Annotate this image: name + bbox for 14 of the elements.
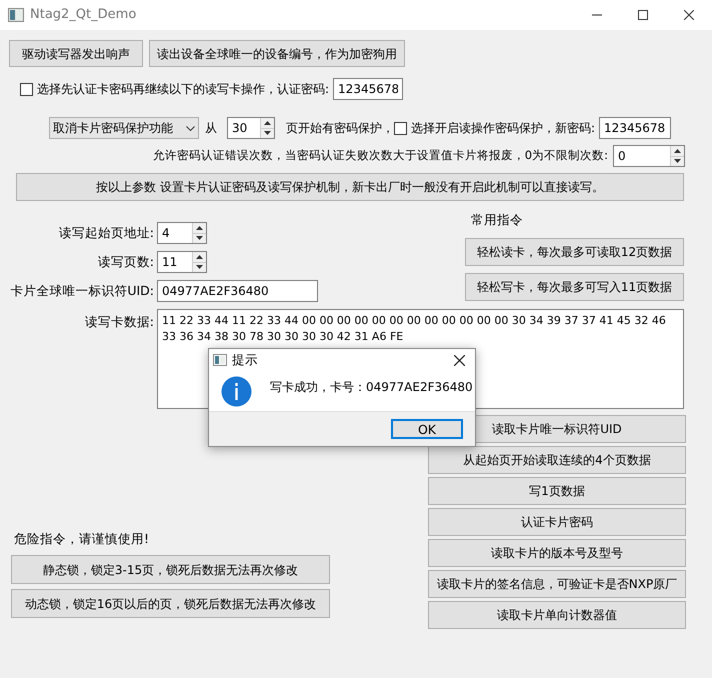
label: 页开始有密码保护，	[286, 120, 394, 137]
dialog-title: 提示	[232, 350, 258, 369]
label: 允许密码认证错误次数，当密码认证失败次数大于设置值卡片将报废，0为不限制次数:	[152, 147, 608, 164]
section-title: 常用指令	[471, 211, 524, 229]
dialog-message: 写卡成功，卡号：04977AE2F36480	[270, 379, 473, 396]
label: 从	[205, 120, 217, 137]
warning-text: 危险指令，请谨慎使用!	[14, 530, 150, 548]
checkbox-label: 选择先认证卡密码再继续以下的读写卡操作，认证密码:	[37, 81, 330, 98]
field-label: 卡片全球唯一标识符UID:	[9, 282, 155, 300]
field-label: 读写起始页地址:	[58, 224, 155, 242]
field-label: 读写卡数据:	[84, 313, 155, 331]
window-title: Ntag2_Qt_Demo	[30, 6, 136, 24]
checkbox-label: 选择开启读操作密码保护，新密码:	[411, 120, 596, 137]
field-label: 读写页数:	[96, 252, 155, 271]
